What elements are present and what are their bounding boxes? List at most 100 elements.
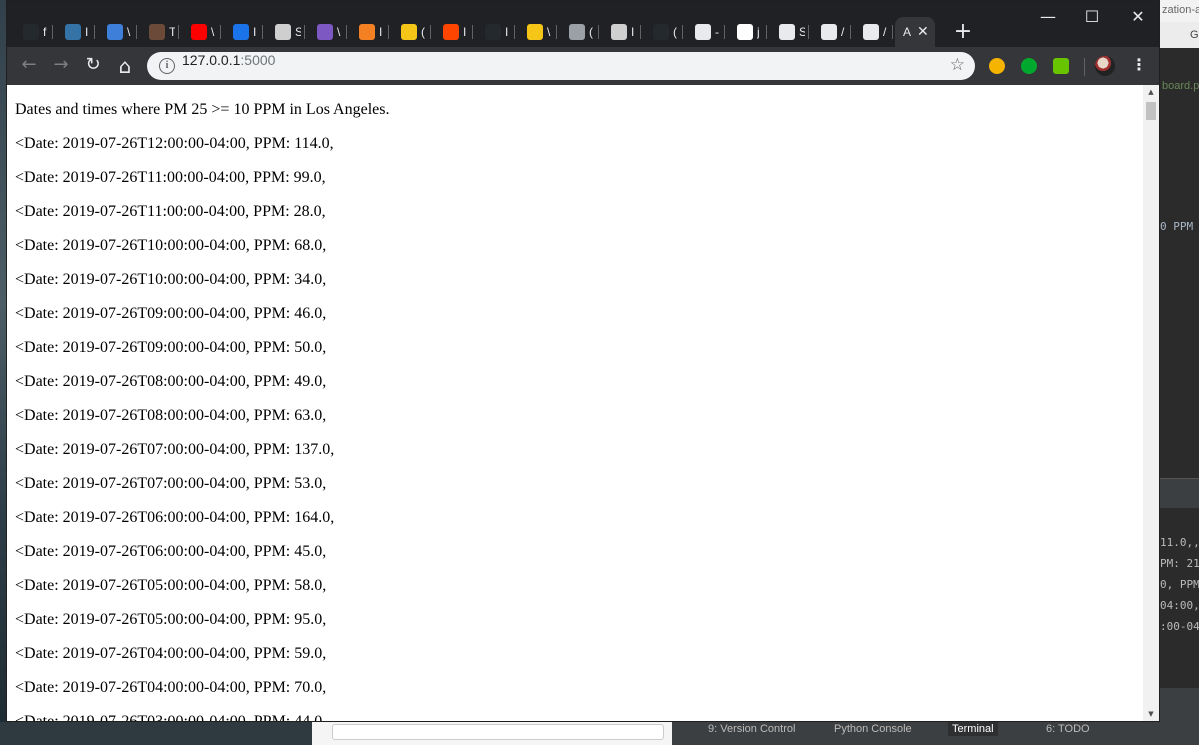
tab-title: S [799,25,805,39]
ide-editor-fragment: board.p 0 PPM [1160,48,1199,478]
python-console-tool[interactable]: Python Console [834,722,912,736]
close-window-button[interactable]: ✕ [1115,5,1161,29]
browser-tab[interactable]: / [811,17,851,47]
browser-tab[interactable]: I [601,17,641,47]
tab-title: - [715,25,719,39]
tab-title: A [903,25,912,39]
tab-separator [766,25,767,39]
tab-separator [262,25,263,39]
youtube-icon [191,24,207,40]
browser-tab[interactable]: I [55,17,95,47]
browser-tab[interactable]: f [13,17,53,47]
home-button[interactable]: ⌂ [113,54,137,78]
chat-app-fragment [0,722,312,745]
tab-title: \ [337,25,341,39]
book-icon [569,24,585,40]
active-tab[interactable]: A ✕ [895,17,935,47]
browser-tab[interactable]: \ [181,17,221,47]
browser-tab[interactable]: I [433,17,473,47]
record-line: <Date: 2019-07-26T07:00:00-04:00, PPM: 5… [15,475,327,492]
browser-tab[interactable]: I [349,17,389,47]
browser-tab[interactable]: j [727,17,767,47]
back-button[interactable]: ← [17,54,41,78]
reddit-icon [443,24,459,40]
ide-title-text: zation-a [1162,4,1199,16]
reload-button[interactable]: ↻ [81,54,105,78]
github-icon [23,24,39,40]
ide-terminal-fragment: 11.0,, PM: 21 0, PPM 04:00, :00-04 [1160,508,1199,688]
forward-button[interactable]: → [49,54,73,78]
browser-tab[interactable]: \ [517,17,557,47]
tab-separator [304,25,305,39]
tab-title: I [379,25,383,39]
toolbar-separator [1084,58,1085,76]
google-icon [737,24,753,40]
record-line: <Date: 2019-07-26T09:00:00-04:00, PPM: 5… [15,339,327,356]
close-tab-icon[interactable]: ✕ [917,24,929,40]
browser-tab[interactable]: I [475,17,515,47]
ide-tool-window-bar: 9: Version Control Python Console Termin… [672,722,1199,745]
browser-tab[interactable]: - [685,17,725,47]
tab-separator [52,25,53,39]
tab-separator [514,25,515,39]
address-bar[interactable]: i 127.0.0.1:5000 ☆ [147,52,975,80]
tab-title: / [841,25,845,39]
tab-separator [598,25,599,39]
record-line: <Date: 2019-07-26T05:00:00-04:00, PPM: 9… [15,611,327,628]
browser-tab[interactable]: / [853,17,893,47]
record-line: <Date: 2019-07-26T06:00:00-04:00, PPM: 4… [15,543,327,560]
browser-tab[interactable]: T [139,17,179,47]
bookmark-star-icon[interactable]: ☆ [950,55,965,75]
tab-separator [808,25,809,39]
record-line: <Date: 2019-07-26T04:00:00-04:00, PPM: 5… [15,645,327,662]
ide-title-fragment: zation-a [1160,0,1199,22]
github-icon [653,24,669,40]
heroku-icon [317,24,333,40]
elephant-icon [611,24,627,40]
browser-tab[interactable]: \ [97,17,137,47]
new-tab-button[interactable]: + [951,20,975,44]
url-text[interactable]: 127.0.0.1:5000 [182,52,275,68]
message-input-fragment [332,724,664,740]
terminal-tool[interactable]: Terminal [948,722,998,736]
ublock-extension-icon[interactable] [1053,58,1069,74]
scroll-down-arrow[interactable]: ▼ [1143,707,1159,721]
tab-title: I [253,25,257,39]
todo-tool[interactable]: 6: TODO [1046,722,1090,736]
scrollbar-thumb[interactable] [1146,102,1156,120]
terminal-line: 04:00, [1160,599,1199,612]
site-info-icon[interactable]: i [159,58,175,74]
cloud-icon [107,24,123,40]
browser-tab[interactable]: I [223,17,263,47]
tab-separator [850,25,851,39]
browser-tab[interactable]: ( [643,17,683,47]
tab-strip: f I \ T \ I S \ I(I I \(I(- j S / / A ✕ [7,1,1159,47]
record-line: <Date: 2019-07-26T03:00:00-04:00, PPM: 4… [15,713,1135,721]
browser-tab[interactable]: \ [307,17,347,47]
record-line: <Date: 2019-07-26T11:00:00-04:00, PPM: 2… [15,203,326,220]
tab-title: ( [421,25,425,39]
maximize-button[interactable]: ☐ [1069,5,1115,29]
browser-menu-button[interactable]: ⋮ [1131,54,1147,78]
record-line: <Date: 2019-07-26T12:00:00-04:00, PPM: 1… [15,135,334,152]
minimize-button[interactable]: — [1025,5,1071,29]
browser-tab[interactable]: ( [559,17,599,47]
tab-separator [472,25,473,39]
browser-tab[interactable]: S [265,17,305,47]
vertical-scrollbar[interactable]: ▲ ▼ [1143,85,1159,721]
tab-title: \ [547,25,551,39]
profile-avatar[interactable] [1095,56,1115,76]
tab-title: T [169,25,175,39]
tab-title: \ [211,25,215,39]
globe-icon [695,24,711,40]
record-line: <Date: 2019-07-26T11:00:00-04:00, PPM: 9… [15,169,326,186]
browser-tab[interactable]: ( [391,17,431,47]
tab-separator [178,25,179,39]
extension-icon[interactable] [989,58,1005,74]
record-line: <Date: 2019-07-26T10:00:00-04:00, PPM: 6… [15,237,327,254]
version-control-tool[interactable]: 9: Version Control [708,722,795,736]
terminal-line: 11.0,, [1160,536,1199,549]
scroll-up-arrow[interactable]: ▲ [1143,85,1159,99]
browser-tab[interactable]: S [769,17,809,47]
evernote-extension-icon[interactable] [1021,58,1037,74]
